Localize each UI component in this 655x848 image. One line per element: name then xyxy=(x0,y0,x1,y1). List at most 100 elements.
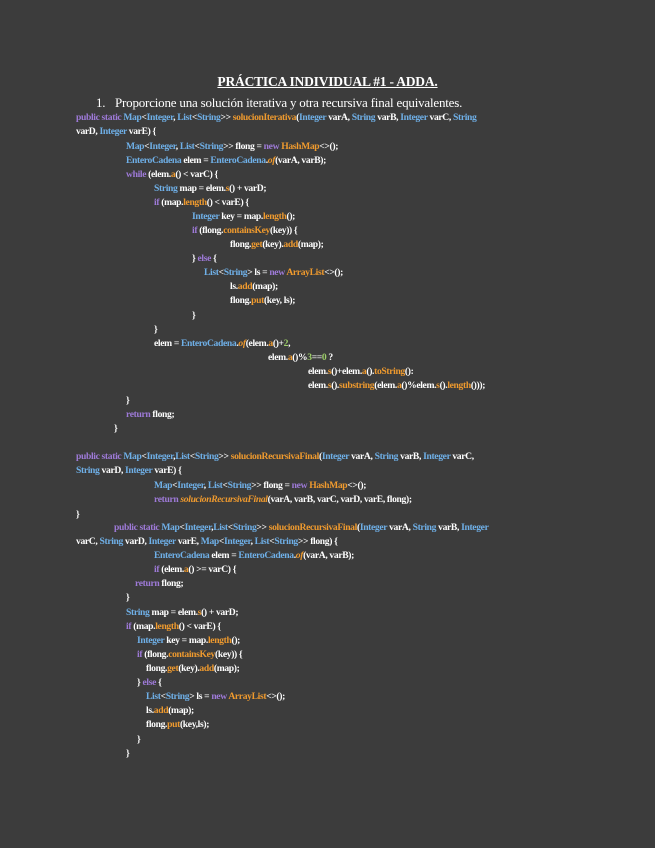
code-token: Integer xyxy=(137,635,167,646)
code-token: EnteroCadena xyxy=(181,338,237,349)
code-token: EnteroCadena xyxy=(154,550,212,561)
code-line: Integer key = map.length(); xyxy=(137,635,240,647)
code-token: ArrayList xyxy=(228,691,267,702)
code-token: List xyxy=(254,536,270,547)
code-token: varB xyxy=(293,494,313,505)
code-token: Integer xyxy=(146,112,174,123)
code-line: elem.a()%3==0 ? xyxy=(268,352,333,364)
code-line: Integer key = map.length(); xyxy=(192,211,295,223)
code-token: flong xyxy=(146,719,166,730)
code-token: varA xyxy=(305,550,326,561)
code-token: key xyxy=(182,719,196,730)
code-token: Integer xyxy=(400,112,430,123)
code-token: varB xyxy=(377,112,397,123)
code-token: varC xyxy=(452,451,472,462)
code-token: ) { xyxy=(212,621,221,632)
code-token: ); xyxy=(405,494,412,505)
code-token: String xyxy=(232,522,257,533)
code-token: ()+ xyxy=(272,338,284,349)
code-token: varB xyxy=(400,451,419,462)
code-token: Integer xyxy=(192,211,222,222)
code-token: = xyxy=(202,691,212,702)
code-token: String xyxy=(196,112,221,123)
code-line: while (elem.a() < varC) { xyxy=(126,169,218,181)
code-line: Map<Integer, List<String>> flong = new H… xyxy=(154,480,366,492)
code-token: HashMap xyxy=(309,480,348,491)
code-token: EnteroCadena xyxy=(238,550,294,561)
code-token: varB xyxy=(301,155,321,166)
code-token: map xyxy=(179,183,197,194)
code-token: List xyxy=(177,112,192,123)
code-token: new xyxy=(211,691,229,702)
code-token: Integer xyxy=(321,451,352,462)
code-token: } xyxy=(154,324,158,335)
list-item-number: 1. xyxy=(96,95,106,110)
code-token: solucionRecursivaFinal xyxy=(230,451,320,462)
code-line: if (flong.containsKey(key)) { xyxy=(192,225,298,237)
code-token: elem xyxy=(183,155,202,166)
code-token: EnteroCadena xyxy=(126,155,184,166)
code-token: of xyxy=(295,550,304,561)
code-token: public static xyxy=(114,522,162,533)
code-token: add xyxy=(153,705,169,716)
code-token: ) { xyxy=(173,465,182,476)
code-token: <>(); xyxy=(324,267,343,278)
code-token: ; xyxy=(171,409,175,420)
code-token: Integer xyxy=(146,451,174,462)
code-token: String xyxy=(76,465,102,476)
code-token: varD xyxy=(215,607,236,618)
code-token: ) { xyxy=(227,564,237,575)
code-token: key xyxy=(166,635,180,646)
code-line: varC, String varD, Integer varE, Map<Int… xyxy=(76,536,338,548)
code-line: flong.get(key).add(map); xyxy=(146,663,240,675)
code-token: { xyxy=(213,253,217,264)
code-token: = xyxy=(168,607,178,618)
code-token: varC xyxy=(316,494,337,505)
code-token: String xyxy=(374,451,401,462)
code-token: List xyxy=(207,480,223,491)
code-line: if (flong.containsKey(key)) { xyxy=(137,649,243,661)
code-token: ); xyxy=(272,281,278,292)
code-line: } xyxy=(114,423,118,435)
code-token: flong xyxy=(386,494,406,505)
code-token: elem xyxy=(248,338,267,349)
code-token: List xyxy=(204,267,219,278)
code-token: } xyxy=(192,310,196,321)
code-line: public static Map<Integer, List<String>>… xyxy=(76,112,477,124)
code-line: String map = elem.s() + varD; xyxy=(154,183,267,195)
code-token: () < xyxy=(206,197,222,208)
code-token: String xyxy=(412,522,439,533)
code-token: Map xyxy=(126,141,145,152)
code-token: (). xyxy=(331,380,339,391)
code-token: Map xyxy=(154,480,173,491)
code-token: Integer xyxy=(125,465,155,476)
code-line: flong.get(key).add(map); xyxy=(230,239,324,251)
code-token: String xyxy=(274,536,298,547)
code-token: varE xyxy=(128,126,148,137)
code-token: varC xyxy=(76,536,96,547)
code-token: return xyxy=(154,494,181,505)
code-token: String xyxy=(227,480,252,491)
code-token: ()% xyxy=(292,352,308,363)
code-token: String xyxy=(154,183,180,194)
code-token: (); xyxy=(231,635,241,646)
code-token: } xyxy=(126,592,130,603)
code-token: containsKey xyxy=(223,225,270,236)
code-token: varB xyxy=(438,522,457,533)
code-token: varE xyxy=(193,621,213,632)
code-line: varD, Integer varE) { xyxy=(76,126,156,138)
code-token: map xyxy=(171,705,189,716)
code-token: varE xyxy=(154,465,174,476)
code-token: String xyxy=(194,451,219,462)
code-token: Integer xyxy=(461,522,489,533)
code-token: return xyxy=(135,578,162,589)
code-token: varA xyxy=(351,451,371,462)
code-token: elem xyxy=(164,564,182,575)
code-token: map xyxy=(255,281,273,292)
code-token: elem xyxy=(308,380,326,391)
code-token: put xyxy=(251,295,264,306)
code-line: List<String> ls = new ArrayList<>(); xyxy=(146,691,285,703)
code-token: public static xyxy=(76,112,124,123)
code-token: map xyxy=(164,197,182,208)
code-token: List xyxy=(146,691,161,702)
